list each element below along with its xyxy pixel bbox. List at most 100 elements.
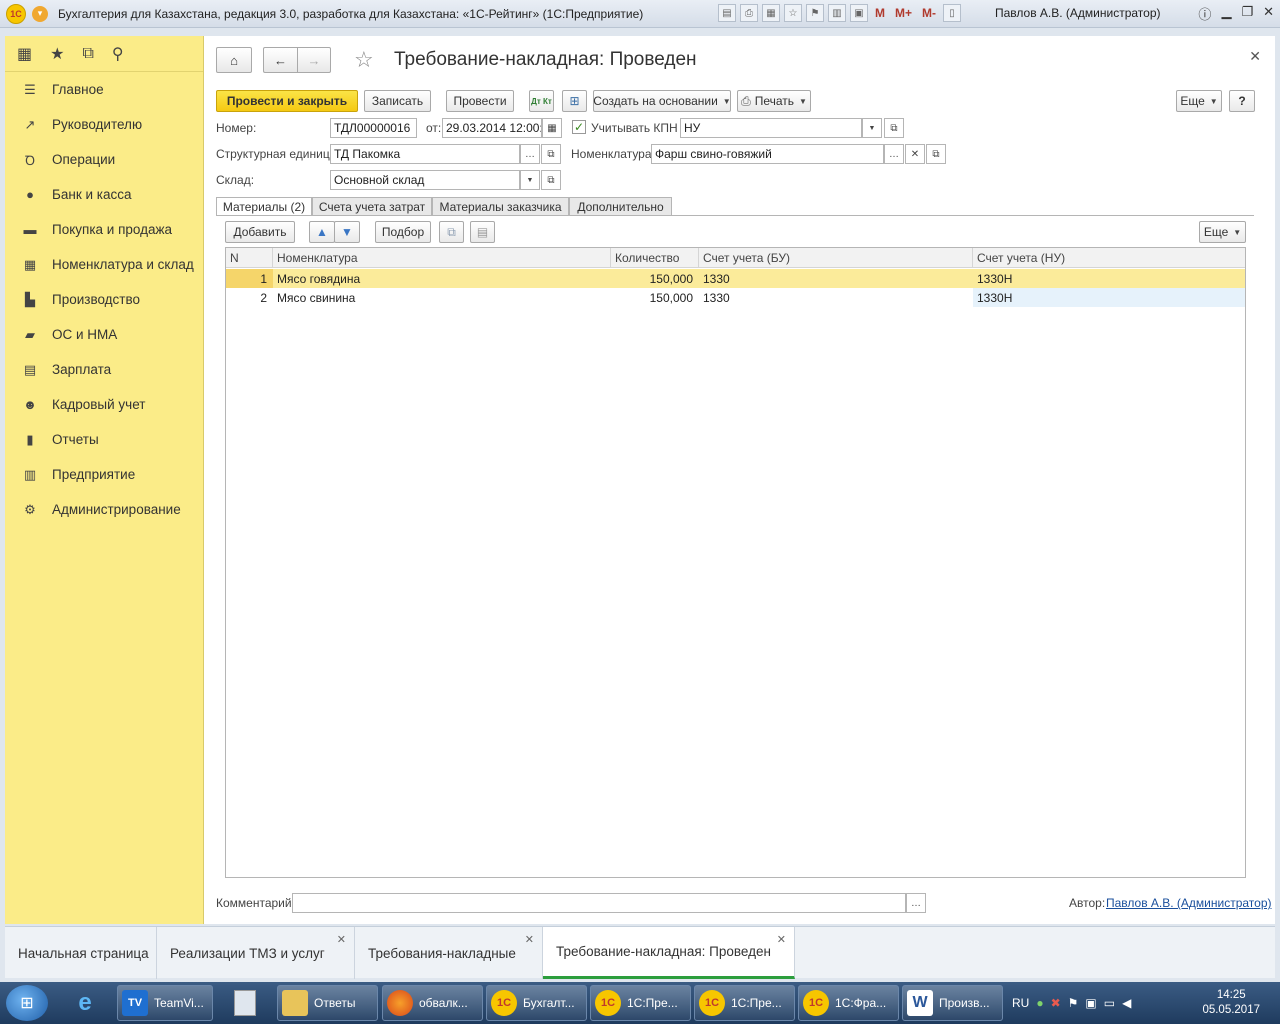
window-tab-home[interactable]: Начальная страница: [5, 927, 157, 979]
nomenclature-clear-button[interactable]: ✕: [905, 144, 925, 164]
unit-select-button[interactable]: …: [520, 144, 540, 164]
save-button[interactable]: Записать: [364, 90, 431, 112]
print-icon[interactable]: ⎙: [740, 4, 758, 22]
favorite-add-icon[interactable]: ☆: [784, 4, 802, 22]
create-based-button[interactable]: Создать на основании ▼: [593, 90, 731, 112]
language-indicator[interactable]: RU: [1012, 996, 1029, 1010]
taskbar-item-folder[interactable]: Ответы: [277, 985, 378, 1021]
calculator-app-icon[interactable]: [220, 985, 270, 1021]
materials-table[interactable]: N Номенклатура Количество Счет учета (БУ…: [225, 247, 1246, 878]
user-name[interactable]: Павлов А.В. (Администратор): [995, 6, 1161, 20]
unit-field[interactable]: ТД Пакомка: [330, 144, 520, 164]
all-functions-icon[interactable]: ▦: [17, 44, 32, 64]
taskbar-item-1c-2[interactable]: 1С 1С:Пре...: [694, 985, 795, 1021]
flag-icon[interactable]: ⚑: [1068, 996, 1079, 1010]
preview-icon[interactable]: ▦: [762, 4, 780, 22]
move-down-button[interactable]: ▼: [334, 221, 360, 243]
history-icon[interactable]: ⧉: [82, 45, 93, 63]
sidebar-item[interactable]: ⚙ Администрирование: [5, 492, 203, 527]
sidebar-item[interactable]: ▤ Зарплата: [5, 352, 203, 387]
window-tab-sales[interactable]: Реализации ТМЗ и услуг ✕: [157, 927, 355, 979]
col-header-nomenclature[interactable]: Номенклатура: [273, 248, 611, 268]
sidebar-item[interactable]: ● Банк и касса: [5, 177, 203, 212]
col-header-bu[interactable]: Счет учета (БУ): [699, 248, 973, 268]
more-button[interactable]: Еще ▼: [1176, 90, 1222, 112]
taskbar-item-1c-accounting[interactable]: 1С Бухгалт...: [486, 985, 587, 1021]
display-icon[interactable]: ▭: [1104, 996, 1115, 1010]
minimize-icon[interactable]: ▁: [1221, 4, 1231, 23]
print-button[interactable]: ⎙ Печать ▼: [737, 90, 811, 112]
antivirus-icon[interactable]: ✖: [1051, 996, 1061, 1010]
paste-button[interactable]: ▤: [470, 221, 495, 243]
warehouse-open-button[interactable]: ⧉: [541, 170, 561, 190]
app-logo-icon[interactable]: 1С: [6, 3, 26, 24]
taskbar-item-1c-1[interactable]: 1С 1С:Пре...: [590, 985, 691, 1021]
author-link[interactable]: Павлов А.В. (Администратор): [1106, 896, 1272, 910]
favorite-star-icon[interactable]: ☆: [354, 47, 374, 73]
favorites-icon[interactable]: ★: [50, 44, 64, 64]
taskbar-item-1c-fresh[interactable]: 1С 1С:Фра...: [798, 985, 899, 1021]
memory-m-button[interactable]: M: [872, 6, 888, 20]
home-button[interactable]: ⌂: [216, 47, 252, 73]
copy-button[interactable]: ⧉: [439, 221, 464, 243]
close-form-icon[interactable]: ✕: [1249, 48, 1261, 65]
forward-button[interactable]: →: [297, 47, 331, 73]
save-icon[interactable]: ▤: [718, 4, 736, 22]
memory-plus-button[interactable]: M+: [892, 6, 915, 20]
close-tab-icon[interactable]: ✕: [337, 933, 346, 946]
col-header-n[interactable]: N: [226, 248, 273, 268]
post-button[interactable]: Провести: [446, 90, 514, 112]
col-header-qty[interactable]: Количество: [611, 248, 699, 268]
dt-kt-button[interactable]: Дт Кт: [529, 90, 554, 112]
sidebar-item[interactable]: ▙ Производство: [5, 282, 203, 317]
comment-edit-button[interactable]: …: [906, 893, 926, 913]
help-button[interactable]: ?: [1229, 90, 1255, 112]
sidebar-item[interactable]: ☻ Кадровый учет: [5, 387, 203, 422]
system-clock[interactable]: 14:25 05.05.2017: [1202, 988, 1260, 1018]
sidebar-item[interactable]: ▰ ОС и НМА: [5, 317, 203, 352]
sidebar-item[interactable]: ↗ Руководителю: [5, 107, 203, 142]
close-tab-icon[interactable]: ✕: [525, 933, 534, 946]
sidebar-item[interactable]: Ꝺ Операции: [5, 142, 203, 177]
search-icon[interactable]: ⚲: [112, 44, 124, 64]
sidebar-item[interactable]: ▮ Отчеты: [5, 422, 203, 457]
table-row[interactable]: 1 Мясо говядина 150,000 1330 1330Н: [226, 269, 1245, 288]
number-field[interactable]: ТДЛ00000016: [330, 118, 417, 138]
tab-materials[interactable]: Материалы (2): [216, 197, 312, 216]
unit-open-button[interactable]: ⧉: [541, 144, 561, 164]
main-menu-icon[interactable]: ▾: [32, 5, 48, 22]
table-row[interactable]: 2 Мясо свинина 150,000 1330 1330Н: [226, 288, 1245, 307]
add-row-button[interactable]: Добавить: [225, 221, 295, 243]
kpn-checkbox[interactable]: ✓: [572, 120, 586, 134]
volume-icon[interactable]: ◀: [1122, 996, 1131, 1010]
memory-minus-button[interactable]: M-: [919, 6, 939, 20]
start-button[interactable]: ⊞: [6, 985, 48, 1021]
nomenclature-open-button[interactable]: ⧉: [926, 144, 946, 164]
col-header-nu[interactable]: Счет учета (НУ): [973, 248, 1245, 268]
panel-icon[interactable]: ▯: [943, 4, 962, 22]
post-and-close-button[interactable]: Провести и закрыть: [216, 90, 358, 112]
taskbar-item-teamviewer[interactable]: TV TeamVi...: [117, 985, 213, 1021]
close-window-icon[interactable]: ✕: [1263, 4, 1274, 23]
comment-field[interactable]: [292, 893, 906, 913]
structure-button[interactable]: ⊞: [562, 90, 587, 112]
sidebar-item[interactable]: ▥ Предприятие: [5, 457, 203, 492]
warehouse-dropdown-button[interactable]: ▼: [520, 170, 540, 190]
tab-cost-accounts[interactable]: Счета учета затрат: [312, 197, 432, 215]
back-button[interactable]: ←: [263, 47, 297, 73]
move-up-button[interactable]: ▲: [309, 221, 335, 243]
restore-icon[interactable]: ❐: [1241, 4, 1253, 23]
tab-customer-materials[interactable]: Материалы заказчика: [432, 197, 569, 215]
user-status-icon[interactable]: ●: [1036, 996, 1043, 1010]
sidebar-item[interactable]: ▦ Номенклатура и склад: [5, 247, 203, 282]
nu-field[interactable]: НУ: [680, 118, 862, 138]
bookmark-icon[interactable]: ⚑: [806, 4, 824, 22]
calculator-icon[interactable]: ▥: [828, 4, 846, 22]
calendar-icon[interactable]: ▣: [850, 4, 868, 22]
calendar-button[interactable]: ▦: [542, 118, 562, 138]
taskbar-item-word[interactable]: W Произв...: [902, 985, 1003, 1021]
network-icon[interactable]: ▣: [1085, 996, 1096, 1010]
sidebar-item[interactable]: ▬ Покупка и продажа: [5, 212, 203, 247]
pick-button[interactable]: Подбор: [375, 221, 431, 243]
internet-explorer-icon[interactable]: e: [60, 985, 110, 1021]
